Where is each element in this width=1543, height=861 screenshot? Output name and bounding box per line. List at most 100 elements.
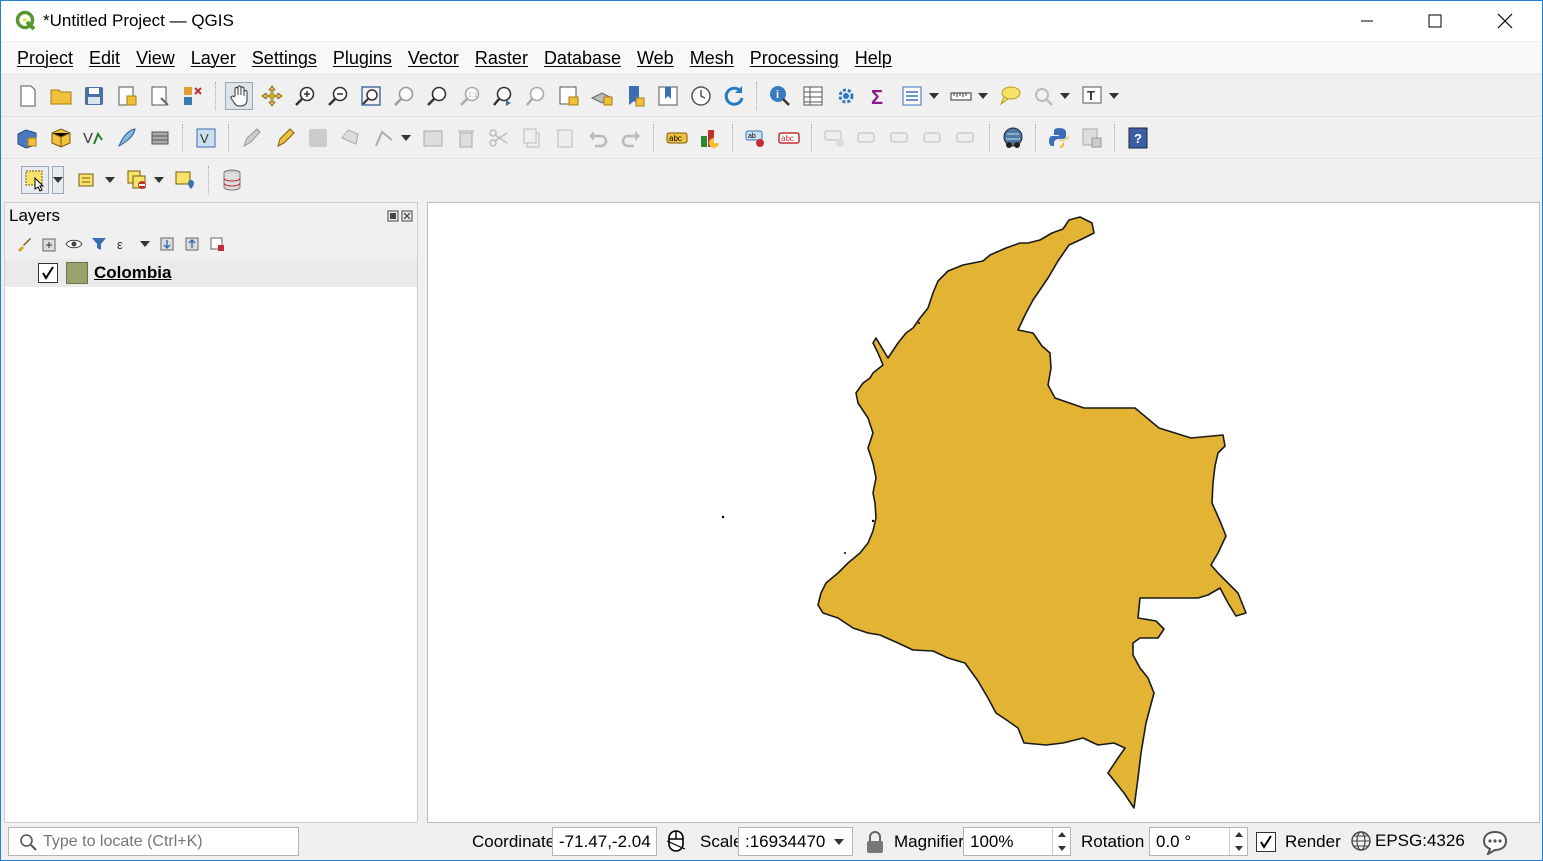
coordinate-field[interactable]: -71.47,-2.04 [552, 827, 657, 856]
zoom-out-button[interactable] [324, 82, 352, 110]
menu-settings[interactable]: Settings [244, 48, 325, 69]
colombia-polygon[interactable] [817, 216, 1247, 809]
help-button[interactable]: ? [1124, 124, 1152, 152]
select-by-value-dropdown[interactable] [104, 166, 116, 194]
measure-line-button[interactable] [947, 82, 975, 110]
select-by-location-button[interactable] [172, 166, 200, 194]
annotation-dropdown[interactable] [1108, 82, 1120, 110]
pan-to-selection-button[interactable] [258, 82, 286, 110]
rotate-label-button[interactable] [887, 124, 915, 152]
undock-icon[interactable] [387, 210, 399, 222]
pan-map-button[interactable] [224, 81, 253, 110]
toggle-extents-button[interactable] [665, 829, 687, 858]
database-tool-button[interactable] [218, 166, 246, 194]
paste-features-button[interactable] [551, 124, 579, 152]
menu-database[interactable]: Database [536, 48, 629, 69]
deselect-dropdown[interactable] [153, 166, 165, 194]
refresh-button[interactable] [720, 82, 748, 110]
new-spatialite-layer-button[interactable] [113, 124, 141, 152]
deselect-map-tool-button[interactable] [1029, 82, 1057, 110]
map-tips-button[interactable] [996, 82, 1024, 110]
toggle-panels-dropdown[interactable] [928, 82, 940, 110]
copy-features-button[interactable] [518, 124, 546, 152]
layer-name[interactable]: Colombia [94, 263, 171, 283]
save-project-button[interactable] [80, 82, 108, 110]
vertex-tool-dropdown[interactable] [400, 124, 412, 152]
menu-vector[interactable]: Vector [400, 48, 467, 69]
layer-diagram-options-button[interactable] [696, 124, 724, 152]
new-virtual-layer-button[interactable] [146, 124, 174, 152]
map-render[interactable] [428, 203, 1539, 822]
minimize-button[interactable] [1333, 1, 1401, 41]
undo-button[interactable] [584, 124, 612, 152]
locator-bar[interactable] [8, 827, 299, 856]
menu-project[interactable]: Project [9, 48, 81, 69]
menu-layer[interactable]: Layer [183, 48, 244, 69]
delete-selected-button[interactable] [452, 124, 480, 152]
show-hide-labels-button[interactable] [821, 124, 849, 152]
digitize-polygon-button[interactable] [337, 124, 365, 152]
new-shapefile-layer-button[interactable]: V [80, 124, 108, 152]
menu-plugins[interactable]: Plugins [325, 48, 400, 69]
zoom-last-button[interactable] [489, 82, 517, 110]
spin-down-icon[interactable] [1234, 845, 1243, 851]
statistical-summary-button[interactable]: Σ [865, 82, 893, 110]
manage-map-themes-button[interactable] [63, 233, 85, 255]
magnifier-spinner[interactable] [1052, 828, 1070, 855]
close-button[interactable] [1471, 1, 1539, 41]
messages-button[interactable] [1481, 829, 1509, 860]
spin-up-icon[interactable] [1234, 832, 1243, 838]
filter-by-expression-button[interactable]: ε [113, 233, 135, 255]
identify-features-button[interactable]: i [766, 82, 794, 110]
style-manager-button[interactable] [179, 82, 207, 110]
quickosm-button[interactable] [999, 124, 1027, 152]
data-source-manager-button[interactable] [14, 124, 42, 152]
rotation-spinner[interactable] [1229, 828, 1247, 855]
save-layer-edits-button[interactable] [304, 124, 332, 152]
deselect-all-button[interactable] [123, 166, 151, 194]
maximize-button[interactable] [1401, 1, 1469, 41]
zoom-to-layer-button[interactable] [423, 82, 451, 110]
new-project-button[interactable] [14, 82, 42, 110]
lock-scale-button[interactable] [865, 830, 885, 859]
menu-help[interactable]: Help [847, 48, 900, 69]
python-console-button[interactable] [1045, 124, 1073, 152]
plugin-tool-button[interactable] [1078, 124, 1106, 152]
cut-features-button[interactable] [485, 124, 513, 152]
layout-manager-button[interactable] [146, 82, 174, 110]
current-edits-button[interactable] [238, 124, 266, 152]
pin-unpin-labels-button[interactable]: ab [742, 124, 770, 152]
filter-expression-dropdown[interactable] [138, 233, 152, 255]
open-project-button[interactable] [47, 82, 75, 110]
render-checkbox[interactable] [1256, 832, 1276, 852]
redo-button[interactable] [617, 124, 645, 152]
processing-toolbox-button[interactable] [832, 82, 860, 110]
new-3d-map-view-button[interactable] [588, 82, 616, 110]
menu-processing[interactable]: Processing [742, 48, 847, 69]
search-tool-dropdown[interactable] [1059, 82, 1071, 110]
close-panel-icon[interactable] [401, 210, 413, 222]
panel-splitter[interactable] [419, 202, 427, 823]
crs-button[interactable]: EPSG:4326 [1350, 830, 1465, 852]
spin-up-icon[interactable] [1057, 832, 1066, 838]
zoom-to-selection-button[interactable] [390, 82, 418, 110]
new-geopackage-layer-button[interactable] [47, 124, 75, 152]
add-group-button[interactable] [38, 233, 60, 255]
style-layer-button[interactable] [13, 233, 35, 255]
temporal-controller-button[interactable] [687, 82, 715, 110]
menu-mesh[interactable]: Mesh [682, 48, 742, 69]
select-features-dropdown[interactable] [51, 165, 64, 194]
layer-visibility-checkbox[interactable] [38, 263, 58, 283]
toggle-editing-button[interactable] [271, 124, 299, 152]
menu-edit[interactable]: Edit [81, 48, 128, 69]
text-annotation-button[interactable]: T [1078, 82, 1106, 110]
select-features-button[interactable] [21, 165, 49, 194]
menu-view[interactable]: View [128, 48, 183, 69]
label-properties-button[interactable] [953, 124, 981, 152]
zoom-next-button[interactable] [522, 82, 550, 110]
move-label-button[interactable] [854, 124, 882, 152]
new-map-view-button[interactable] [555, 82, 583, 110]
change-label-button[interactable] [920, 124, 948, 152]
new-bookmark-button[interactable] [621, 82, 649, 110]
expand-all-button[interactable] [156, 233, 178, 255]
